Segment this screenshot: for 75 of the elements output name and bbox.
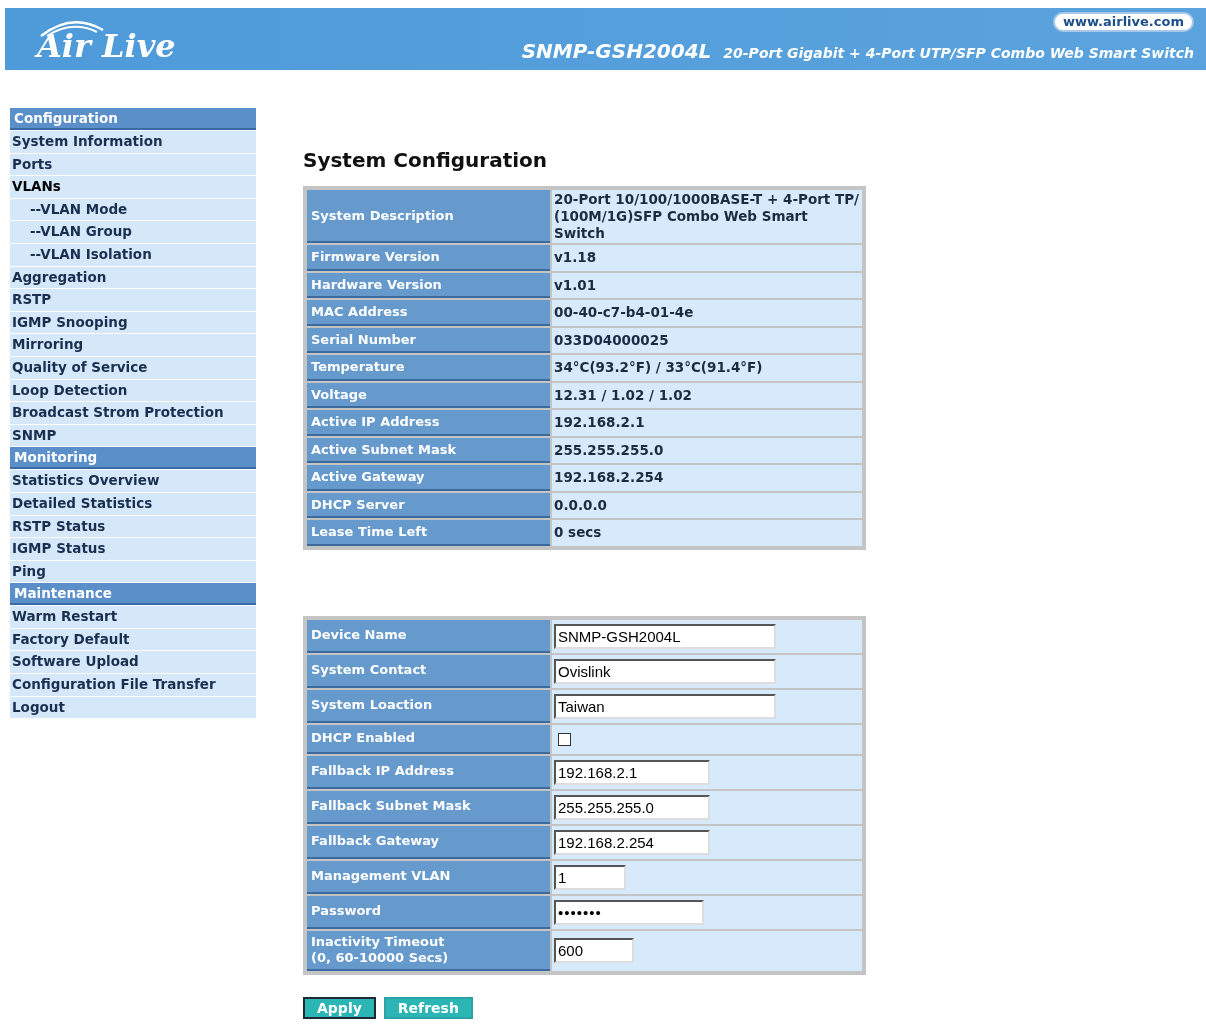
product-subtitle: 20-Port Gigabit + 4-Port UTP/SFP Combo Web Smart Switch (723, 44, 1194, 63)
sidebar-link[interactable]: VLANs (10, 176, 256, 198)
checkbox[interactable] (558, 732, 571, 746)
sidebar-section-header: Configuration (10, 108, 256, 130)
row-label: Inactivity Timeout (0, 60-10000 Secs) (307, 930, 550, 971)
row-label: Device Name (307, 619, 550, 653)
row-label: DHCP Enabled (307, 724, 550, 754)
row-value: v1.18 (552, 245, 862, 271)
row-label: MAC Address (307, 300, 550, 326)
input-field[interactable]: 1 (554, 864, 626, 890)
sidebar-link[interactable]: RSTP Status (10, 515, 256, 538)
row-label: Password (307, 895, 550, 929)
sidebar-sublink[interactable]: --VLAN Group (10, 221, 256, 243)
row-value: 192.168.2.1 (552, 410, 862, 436)
row-value: 0 secs (552, 520, 862, 546)
sidebar-link[interactable]: Logout (10, 696, 256, 719)
row-value: 20-Port 10/100/1000BASE-T + 4-Port TP/ (100M/1G)SFP Combo Web Smart Switch (552, 190, 862, 243)
row-label: Serial Number (307, 327, 550, 353)
row-value: 033D04000025 (552, 327, 862, 353)
sidebar-link[interactable]: System Information (10, 131, 256, 153)
sidebar-link[interactable]: IGMP Snooping (10, 311, 256, 334)
row-label: System Loaction (307, 689, 550, 723)
sidebar-link[interactable]: Configuration File Transfer (10, 674, 256, 696)
sidebar-link[interactable]: Quality of Service (10, 356, 256, 379)
input-field[interactable]: Ovislink (554, 658, 776, 684)
row-label: Temperature (307, 355, 550, 381)
sidebar-link[interactable]: Detailed Statistics (10, 492, 256, 515)
row-label: System Contact (307, 654, 550, 688)
row-value: 0.0.0.0 (552, 492, 862, 518)
row-value: 00-40-c7-b4-01-4e (552, 300, 862, 326)
row-value: 192.168.2.254 (552, 465, 862, 491)
sidebar-link[interactable]: Ping (10, 560, 256, 583)
password-field[interactable]: ••••••• (554, 899, 704, 925)
sidebar-link[interactable]: Ports (10, 153, 256, 176)
row-value: 34°C(93.2°F) / 33°C(91.4°F) (552, 355, 862, 381)
sidebar-link[interactable]: SNMP (10, 424, 256, 447)
row-label: System Description (307, 190, 550, 243)
sidebar-link[interactable]: Statistics Overview (10, 470, 256, 492)
input-field[interactable]: 192.168.2.1 (554, 759, 710, 785)
sidebar-link[interactable]: Loop Detection (10, 379, 256, 402)
sidebar-sublink[interactable]: --VLAN Mode (10, 198, 256, 221)
sidebar-link[interactable]: Warm Restart (10, 606, 256, 628)
sidebar-link[interactable]: RSTP (10, 289, 256, 311)
input-field[interactable]: SNMP-GSH2004L (554, 623, 776, 649)
row-label: Fallback IP Address (307, 755, 550, 789)
website-badge: www.airlive.com (1052, 12, 1194, 32)
row-label: Firmware Version (307, 245, 550, 271)
row-label: Lease Time Left (307, 520, 550, 546)
input-field[interactable]: 255.255.255.0 (554, 794, 710, 820)
sidebar-link[interactable]: Factory Default (10, 628, 256, 651)
sidebar-section-header: Monitoring (10, 447, 256, 470)
row-label: Voltage (307, 382, 550, 408)
input-field[interactable]: 600 (554, 938, 634, 963)
row-label: Active Subnet Mask (307, 437, 550, 463)
sidebar-link[interactable]: Mirroring (10, 334, 256, 356)
sidebar-link[interactable]: Aggregation (10, 266, 256, 289)
row-label: Hardware Version (307, 272, 550, 298)
model-name: SNMP-GSH2004L (521, 38, 712, 65)
sidebar-link[interactable]: Broadcast Strom Protection (10, 402, 256, 424)
row-label: Fallback Subnet Mask (307, 790, 550, 824)
page-title: System Configuration (303, 147, 549, 174)
sidebar-link[interactable]: IGMP Status (10, 538, 256, 560)
row-value: 255.255.255.0 (552, 437, 862, 463)
sidebar-section-header: Maintenance (10, 583, 256, 606)
row-value: 12.31 / 1.02 / 1.02 (552, 382, 862, 408)
row-value: v1.01 (552, 272, 862, 298)
row-label: Fallback Gateway (307, 825, 550, 859)
input-field[interactable]: Taiwan (554, 693, 776, 719)
row-label: Active Gateway (307, 465, 550, 491)
sidebar-sublink[interactable]: --VLAN Isolation (10, 243, 256, 266)
row-label: Management VLAN (307, 860, 550, 894)
input-field[interactable]: 192.168.2.254 (554, 829, 710, 855)
row-label: DHCP Server (307, 492, 550, 518)
row-label: Active IP Address (307, 410, 550, 436)
sidebar-link[interactable]: Software Upload (10, 651, 256, 674)
